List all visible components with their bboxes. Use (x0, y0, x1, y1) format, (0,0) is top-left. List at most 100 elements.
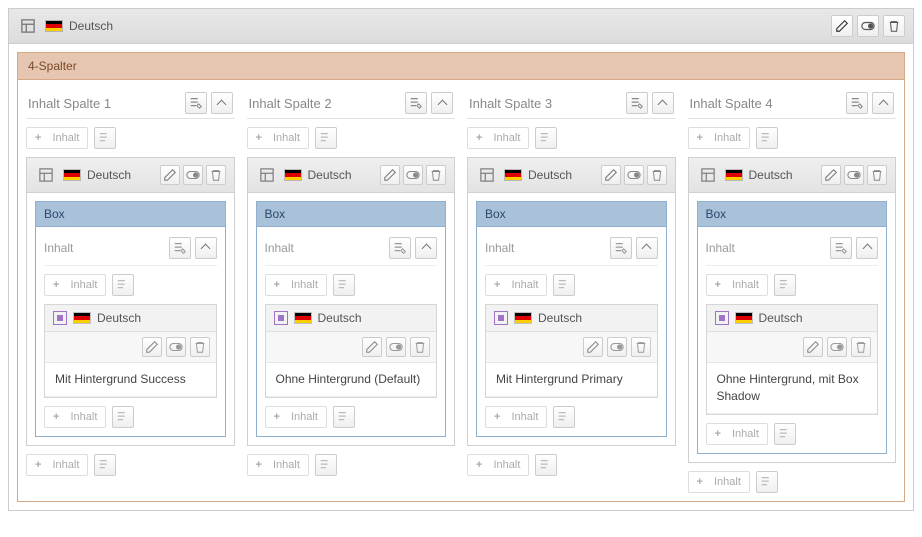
column-collapse-toggle[interactable] (431, 92, 453, 114)
add-content-button[interactable]: + Inhalt (265, 274, 327, 296)
visibility-toggle[interactable] (624, 165, 644, 185)
paste-records-icon[interactable] (315, 127, 337, 149)
visibility-toggle[interactable] (827, 337, 847, 357)
column-collapse-toggle[interactable] (652, 92, 674, 114)
edit-button[interactable] (142, 337, 162, 357)
delete-button[interactable] (631, 337, 651, 357)
paste-records-icon[interactable] (756, 127, 778, 149)
visibility-toggle[interactable] (166, 337, 186, 357)
edit-button[interactable] (601, 165, 621, 185)
box-edit-records-icon[interactable] (610, 237, 632, 259)
edit-button[interactable] (803, 337, 823, 357)
inner-content-header: Deutsch (486, 305, 657, 332)
add-content-button[interactable]: + Inhalt (265, 406, 327, 428)
inner-content-actions (707, 332, 878, 363)
column-edit-records-icon[interactable] (185, 92, 207, 114)
add-content-button[interactable]: + Inhalt (44, 406, 106, 428)
edit-button[interactable] (160, 165, 180, 185)
paste-records-icon[interactable] (535, 127, 557, 149)
add-content-button[interactable]: + Inhalt (688, 127, 750, 149)
edit-button[interactable] (583, 337, 603, 357)
flag-de-icon (73, 312, 91, 324)
box-edit-records-icon[interactable] (389, 237, 411, 259)
visibility-toggle[interactable] (183, 165, 203, 185)
add-content-row-bottom: + Inhalt (467, 454, 676, 476)
box-sub-label: Inhalt (44, 241, 73, 255)
edit-button[interactable] (821, 165, 841, 185)
add-content-row-inner-bottom: + Inhalt (706, 423, 879, 445)
paste-records-icon[interactable] (535, 454, 557, 476)
add-content-button[interactable]: + Inhalt (26, 454, 88, 476)
page-body: 4-Spalter Inhalt Spalte 1 + Inhalt Deuts… (9, 44, 913, 510)
paste-records-icon[interactable] (315, 454, 337, 476)
box-collapse-toggle[interactable] (856, 237, 878, 259)
box-body: Inhalt + Inhalt (476, 227, 667, 437)
paste-records-icon[interactable] (112, 274, 134, 296)
box-sub-label: Inhalt (706, 241, 735, 255)
add-content-button[interactable]: + Inhalt (247, 454, 309, 476)
paste-records-icon[interactable] (94, 454, 116, 476)
content-card-header: Deutsch (689, 158, 896, 193)
delete-button[interactable] (410, 337, 430, 357)
box-body: Inhalt + Inhalt (256, 227, 447, 437)
content-card: Deutsch Box Inhalt (26, 157, 235, 446)
column-edit-records-icon[interactable] (405, 92, 427, 114)
box-collapse-toggle[interactable] (415, 237, 437, 259)
add-content-button[interactable]: + Inhalt (467, 127, 529, 149)
visibility-toggle[interactable] (857, 15, 879, 37)
add-content-row-bottom: + Inhalt (247, 454, 456, 476)
add-content-button[interactable]: + Inhalt (44, 274, 106, 296)
paste-records-icon[interactable] (333, 406, 355, 428)
inner-content-actions (266, 332, 437, 363)
paste-records-icon[interactable] (553, 274, 575, 296)
add-content-button[interactable]: + Inhalt (485, 274, 547, 296)
paste-records-icon[interactable] (774, 274, 796, 296)
edit-button[interactable] (362, 337, 382, 357)
visibility-toggle[interactable] (403, 165, 423, 185)
content-element-icon (53, 311, 67, 325)
inner-content-actions (45, 332, 216, 363)
box-collapse-toggle[interactable] (195, 237, 217, 259)
add-content-button[interactable]: + Inhalt (706, 423, 768, 445)
paste-records-icon[interactable] (553, 406, 575, 428)
page-container: Deutsch 4-Spalter Inhalt Spalte 1 + Inha… (8, 8, 914, 511)
delete-button[interactable] (190, 337, 210, 357)
paste-records-icon[interactable] (112, 406, 134, 428)
box-collapse-toggle[interactable] (636, 237, 658, 259)
delete-button[interactable] (867, 165, 887, 185)
paste-records-icon[interactable] (774, 423, 796, 445)
add-content-button[interactable]: + Inhalt (485, 406, 547, 428)
add-content-row-bottom: + Inhalt (26, 454, 235, 476)
box-edit-records-icon[interactable] (169, 237, 191, 259)
delete-button[interactable] (426, 165, 446, 185)
delete-button[interactable] (851, 337, 871, 357)
content-card-header: Deutsch (27, 158, 234, 193)
add-content-button[interactable]: + Inhalt (706, 274, 768, 296)
column-collapse-toggle[interactable] (872, 92, 894, 114)
content-card-header: Deutsch (248, 158, 455, 193)
edit-button[interactable] (380, 165, 400, 185)
paste-records-icon[interactable] (756, 471, 778, 493)
paste-records-icon[interactable] (94, 127, 116, 149)
add-content-button[interactable]: + Inhalt (688, 471, 750, 493)
visibility-toggle[interactable] (607, 337, 627, 357)
paste-records-icon[interactable] (333, 274, 355, 296)
column-header: Inhalt Spalte 4 (688, 88, 897, 119)
visibility-toggle[interactable] (386, 337, 406, 357)
delete-button[interactable] (883, 15, 905, 37)
add-content-button[interactable]: + Inhalt (467, 454, 529, 476)
delete-button[interactable] (647, 165, 667, 185)
column-collapse-toggle[interactable] (211, 92, 233, 114)
edit-button[interactable] (831, 15, 853, 37)
column-edit-records-icon[interactable] (626, 92, 648, 114)
column-title: Inhalt Spalte 2 (249, 96, 332, 111)
column: Inhalt Spalte 1 + Inhalt Deutsch (26, 88, 235, 493)
box-edit-records-icon[interactable] (830, 237, 852, 259)
add-content-button[interactable]: + Inhalt (247, 127, 309, 149)
delete-button[interactable] (206, 165, 226, 185)
content-card: Deutsch Box Inhalt (467, 157, 676, 446)
add-content-button[interactable]: + Inhalt (26, 127, 88, 149)
visibility-toggle[interactable] (844, 165, 864, 185)
column-header: Inhalt Spalte 2 (247, 88, 456, 119)
column-edit-records-icon[interactable] (846, 92, 868, 114)
